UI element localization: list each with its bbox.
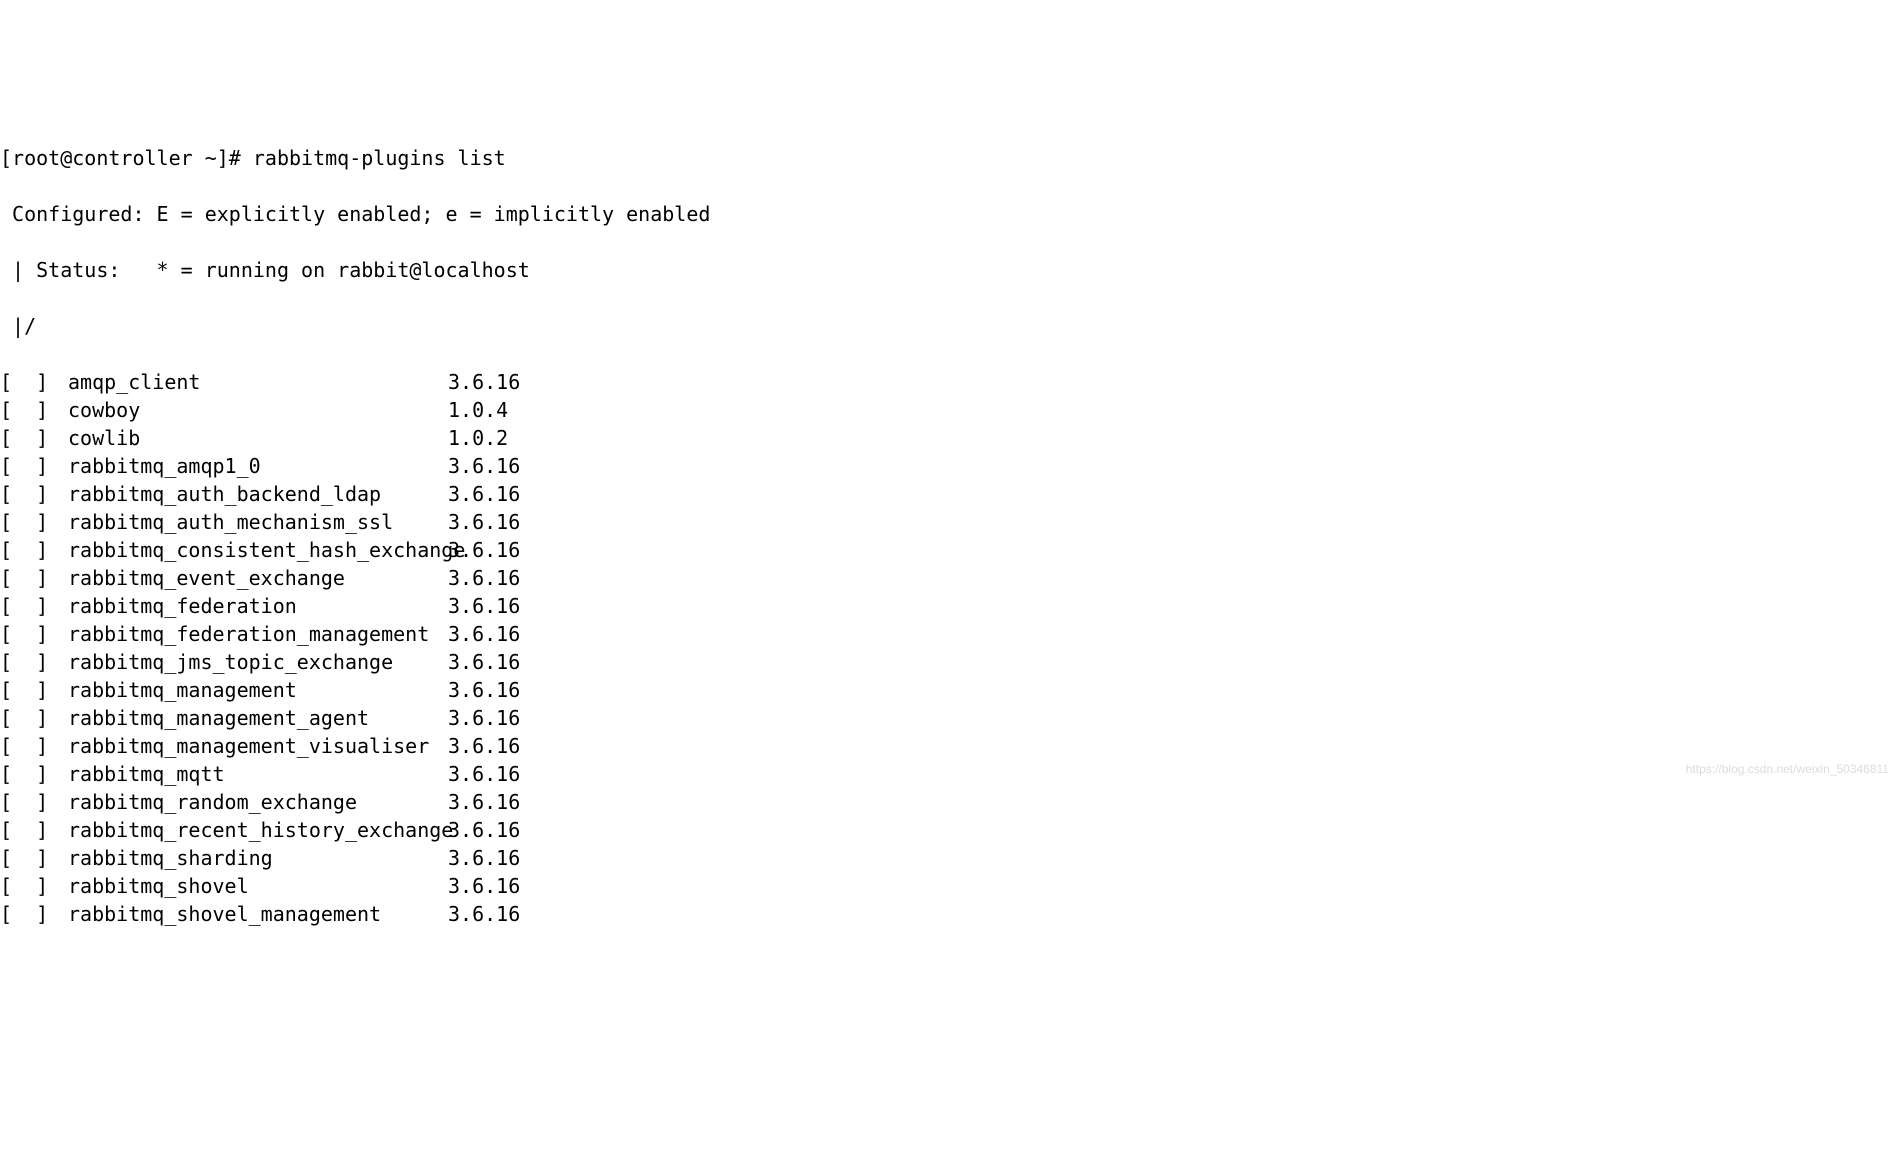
plugin-version: 3.6.16 [448, 704, 520, 732]
plugin-status-bracket: [ ] [0, 452, 68, 480]
plugin-status-bracket: [ ] [0, 536, 68, 564]
plugin-row: [ ] amqp_client3.6.16 [0, 368, 1899, 396]
plugin-version: 1.0.2 [448, 424, 508, 452]
plugin-name: rabbitmq_sharding [68, 844, 448, 872]
plugin-status-bracket: [ ] [0, 424, 68, 452]
plugin-version: 3.6.16 [448, 536, 520, 564]
plugin-version: 3.6.16 [448, 508, 520, 536]
plugin-row: [ ] rabbitmq_management_agent3.6.16 [0, 704, 1899, 732]
plugin-row: [ ] rabbitmq_management3.6.16 [0, 676, 1899, 704]
plugin-name: cowlib [68, 424, 448, 452]
plugin-version: 3.6.16 [448, 564, 520, 592]
plugin-status-bracket: [ ] [0, 592, 68, 620]
plugin-name: rabbitmq_management [68, 676, 448, 704]
watermark-text: https://blog.csdn.net/weixin_50346811 [1686, 761, 1889, 778]
plugin-status-bracket: [ ] [0, 368, 68, 396]
plugin-status-bracket: [ ] [0, 816, 68, 844]
plugin-row: [ ] rabbitmq_management_visualiser3.6.16 [0, 732, 1899, 760]
plugin-status-bracket: [ ] [0, 508, 68, 536]
plugin-row: [ ] rabbitmq_consistent_hash_exchange3.6… [0, 536, 1899, 564]
plugin-status-bracket: [ ] [0, 704, 68, 732]
plugin-version: 3.6.16 [448, 900, 520, 928]
plugin-name: rabbitmq_federation_management [68, 620, 448, 648]
plugin-row: [ ] rabbitmq_auth_backend_ldap3.6.16 [0, 480, 1899, 508]
plugin-name: rabbitmq_auth_backend_ldap [68, 480, 448, 508]
plugin-name: rabbitmq_management_visualiser [68, 732, 448, 760]
plugin-name: rabbitmq_federation [68, 592, 448, 620]
plugin-status-bracket: [ ] [0, 480, 68, 508]
plugin-row: [ ] rabbitmq_jms_topic_exchange3.6.16 [0, 648, 1899, 676]
plugin-status-bracket: [ ] [0, 648, 68, 676]
plugin-row: [ ] rabbitmq_sharding3.6.16 [0, 844, 1899, 872]
plugin-status-bracket: [ ] [0, 620, 68, 648]
plugin-row: [ ] rabbitmq_recent_history_exchange3.6.… [0, 816, 1899, 844]
plugin-row: [ ] rabbitmq_federation_management3.6.16 [0, 620, 1899, 648]
plugin-row: [ ] rabbitmq_shovel3.6.16 [0, 872, 1899, 900]
plugin-version: 3.6.16 [448, 480, 520, 508]
plugin-name: rabbitmq_jms_topic_exchange [68, 648, 448, 676]
plugin-version: 1.0.4 [448, 396, 508, 424]
plugin-row: [ ] cowlib1.0.2 [0, 424, 1899, 452]
plugin-row: [ ] cowboy1.0.4 [0, 396, 1899, 424]
plugin-version: 3.6.16 [448, 452, 520, 480]
plugin-row: [ ] rabbitmq_auth_mechanism_ssl3.6.16 [0, 508, 1899, 536]
plugin-status-bracket: [ ] [0, 564, 68, 592]
plugin-version: 3.6.16 [448, 816, 520, 844]
plugin-name: rabbitmq_recent_history_exchange [68, 816, 448, 844]
plugin-row: [ ] rabbitmq_amqp1_03.6.16 [0, 452, 1899, 480]
plugin-name: rabbitmq_consistent_hash_exchange [68, 536, 448, 564]
plugin-version: 3.6.16 [448, 844, 520, 872]
plugin-version: 3.6.16 [448, 676, 520, 704]
plugin-version: 3.6.16 [448, 648, 520, 676]
plugin-name: rabbitmq_auth_mechanism_ssl [68, 508, 448, 536]
plugin-name: amqp_client [68, 368, 448, 396]
plugin-row: [ ] rabbitmq_random_exchange3.6.16 [0, 788, 1899, 816]
header-divider: |/ [0, 312, 1899, 340]
header-configured: Configured: E = explicitly enabled; e = … [0, 200, 1899, 228]
plugin-name: cowboy [68, 396, 448, 424]
plugin-status-bracket: [ ] [0, 676, 68, 704]
plugin-version: 3.6.16 [448, 620, 520, 648]
plugin-status-bracket: [ ] [0, 396, 68, 424]
plugin-row: [ ] rabbitmq_federation3.6.16 [0, 592, 1899, 620]
plugin-name: rabbitmq_random_exchange [68, 788, 448, 816]
plugin-name: rabbitmq_shovel_management [68, 900, 448, 928]
plugin-name: rabbitmq_shovel [68, 872, 448, 900]
plugin-version: 3.6.16 [448, 872, 520, 900]
plugin-status-bracket: [ ] [0, 788, 68, 816]
plugin-row: [ ] rabbitmq_event_exchange3.6.16 [0, 564, 1899, 592]
plugin-version: 3.6.16 [448, 592, 520, 620]
plugin-status-bracket: [ ] [0, 872, 68, 900]
plugin-version: 3.6.16 [448, 788, 520, 816]
plugin-version: 3.6.16 [448, 368, 520, 396]
command-prompt-line: [root@controller ~]# rabbitmq-plugins li… [0, 144, 1899, 172]
plugin-name: rabbitmq_management_agent [68, 704, 448, 732]
terminal-output: [root@controller ~]# rabbitmq-plugins li… [0, 116, 1899, 956]
plugin-list: [ ] amqp_client3.6.16[ ] cowboy1.0.4[ ] … [0, 368, 1899, 928]
plugin-name: rabbitmq_event_exchange [68, 564, 448, 592]
plugin-version: 3.6.16 [448, 732, 520, 760]
header-status: | Status: * = running on rabbit@localhos… [0, 256, 1899, 284]
plugin-name: rabbitmq_amqp1_0 [68, 452, 448, 480]
plugin-status-bracket: [ ] [0, 732, 68, 760]
plugin-status-bracket: [ ] [0, 844, 68, 872]
plugin-status-bracket: [ ] [0, 900, 68, 928]
plugin-row: [ ] rabbitmq_shovel_management3.6.16 [0, 900, 1899, 928]
